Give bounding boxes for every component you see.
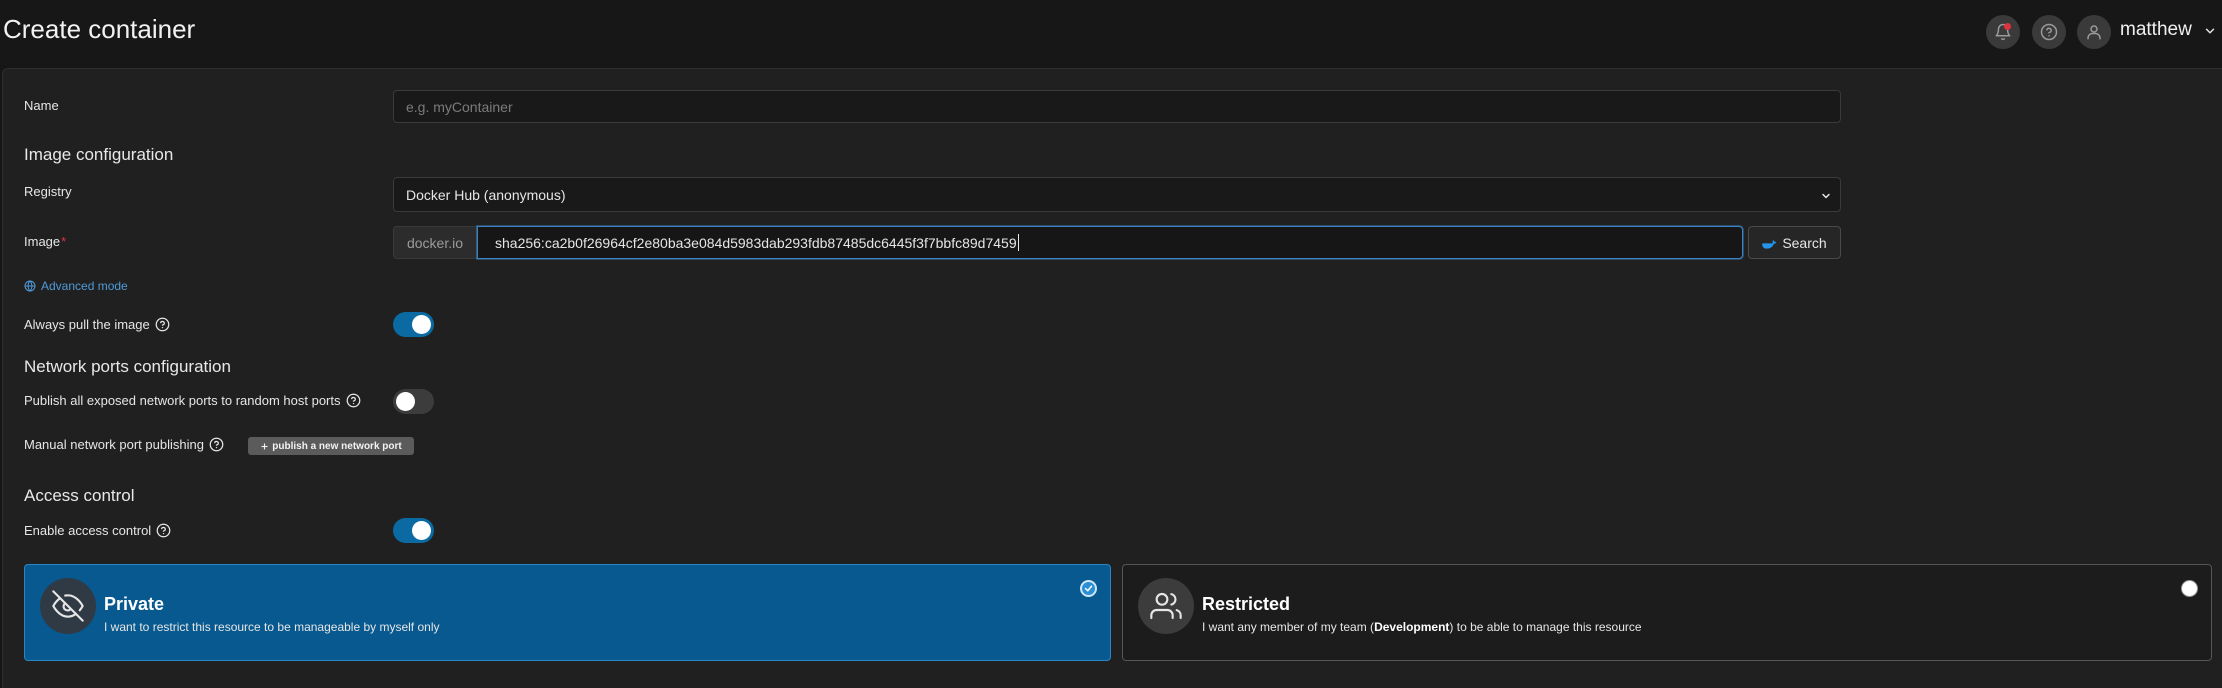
page-title: Create container [3, 14, 196, 44]
registry-label: Registry [24, 184, 72, 199]
registry-selected-value: Docker Hub (anonymous) [406, 186, 566, 203]
name-placeholder: e.g. myContainer [406, 98, 513, 115]
globe-icon [24, 280, 36, 292]
image-configuration-heading: Image configuration [24, 145, 174, 164]
help-circle-icon[interactable] [156, 523, 171, 538]
publish-all-toggle[interactable] [393, 389, 434, 414]
eye-off-icon [52, 590, 84, 622]
advanced-mode-label: Advanced mode [41, 279, 128, 293]
image-input-value: sha256:ca2b0f26964cf2e80ba3e084d5983dab2… [495, 234, 1017, 251]
image-input[interactable]: sha256:ca2b0f26964cf2e80ba3e084d5983dab2… [477, 226, 1743, 259]
image-label-text: Image [24, 234, 61, 249]
private-description: I want to restrict this resource to be m… [104, 620, 440, 634]
manual-publishing-text: Manual network port publishing [24, 437, 204, 452]
docker-whale-icon [1762, 239, 1777, 249]
team-name: Development [1374, 620, 1450, 634]
name-input[interactable]: e.g. myContainer [393, 90, 1841, 123]
help-circle-icon[interactable] [209, 437, 224, 452]
enable-access-toggle[interactable] [393, 518, 434, 543]
name-label: Name [24, 98, 59, 113]
private-icon-badge [40, 578, 96, 634]
restricted-access-option[interactable]: Restricted I want any member of my team … [1122, 564, 2212, 661]
publish-all-label: Publish all exposed network ports to ran… [24, 393, 361, 408]
top-bar: Create container matthew [0, 0, 2222, 66]
users-icon [1150, 592, 1182, 620]
publish-new-port-button[interactable]: publish a new network port [248, 437, 414, 455]
user-avatar[interactable] [2077, 15, 2111, 49]
restricted-icon-badge [1138, 578, 1194, 634]
manual-publishing-label: Manual network port publishing [24, 437, 224, 452]
plus-icon [261, 443, 268, 449]
chevron-down-icon[interactable] [2203, 24, 2217, 38]
network-ports-heading: Network ports configuration [24, 357, 231, 376]
required-marker: * [61, 234, 67, 249]
registry-select[interactable]: Docker Hub (anonymous) [393, 177, 1841, 212]
private-radio-checked[interactable] [1080, 580, 1097, 597]
enable-access-label: Enable access control [24, 523, 171, 538]
restricted-description: I want any member of my team (Developmen… [1202, 620, 1642, 634]
chevron-down-icon [1822, 193, 1830, 199]
restricted-description-end: ) to be able to manage this resource [1449, 620, 1642, 634]
notification-dot [2004, 23, 2011, 30]
enable-access-text: Enable access control [24, 523, 152, 538]
toggle-knob [412, 315, 431, 334]
always-pull-toggle[interactable] [393, 312, 434, 337]
help-circle-icon[interactable] [155, 317, 170, 332]
help-circle-icon[interactable] [346, 393, 361, 408]
help-button[interactable] [2032, 15, 2066, 49]
always-pull-label: Always pull the image [24, 317, 170, 332]
search-button[interactable]: Search [1748, 226, 1841, 259]
registry-prefix: docker.io [393, 226, 477, 259]
publish-all-text: Publish all exposed network ports to ran… [24, 393, 341, 408]
user-icon [2087, 25, 2101, 40]
access-control-heading: Access control [24, 486, 135, 505]
restricted-description-start: I want any member of my team ( [1202, 620, 1375, 634]
search-button-label: Search [1782, 234, 1827, 251]
restricted-radio-unchecked[interactable] [2181, 580, 2198, 597]
check-icon [1084, 585, 1093, 592]
advanced-mode-link[interactable]: Advanced mode [24, 279, 128, 293]
toggle-knob [396, 392, 415, 411]
image-label: Image * [24, 234, 66, 249]
notifications-button[interactable] [1986, 15, 2020, 49]
private-access-option[interactable]: Private I want to restrict this resource… [24, 564, 1111, 661]
text-caret [1017, 234, 1019, 251]
always-pull-text: Always pull the image [24, 317, 150, 332]
user-name[interactable]: matthew [2120, 19, 2192, 41]
toggle-knob [412, 521, 431, 540]
help-circle-icon [2040, 23, 2058, 41]
restricted-title: Restricted [1202, 594, 1291, 614]
publish-new-port-label: publish a new network port [272, 440, 402, 452]
private-title: Private [104, 594, 165, 614]
